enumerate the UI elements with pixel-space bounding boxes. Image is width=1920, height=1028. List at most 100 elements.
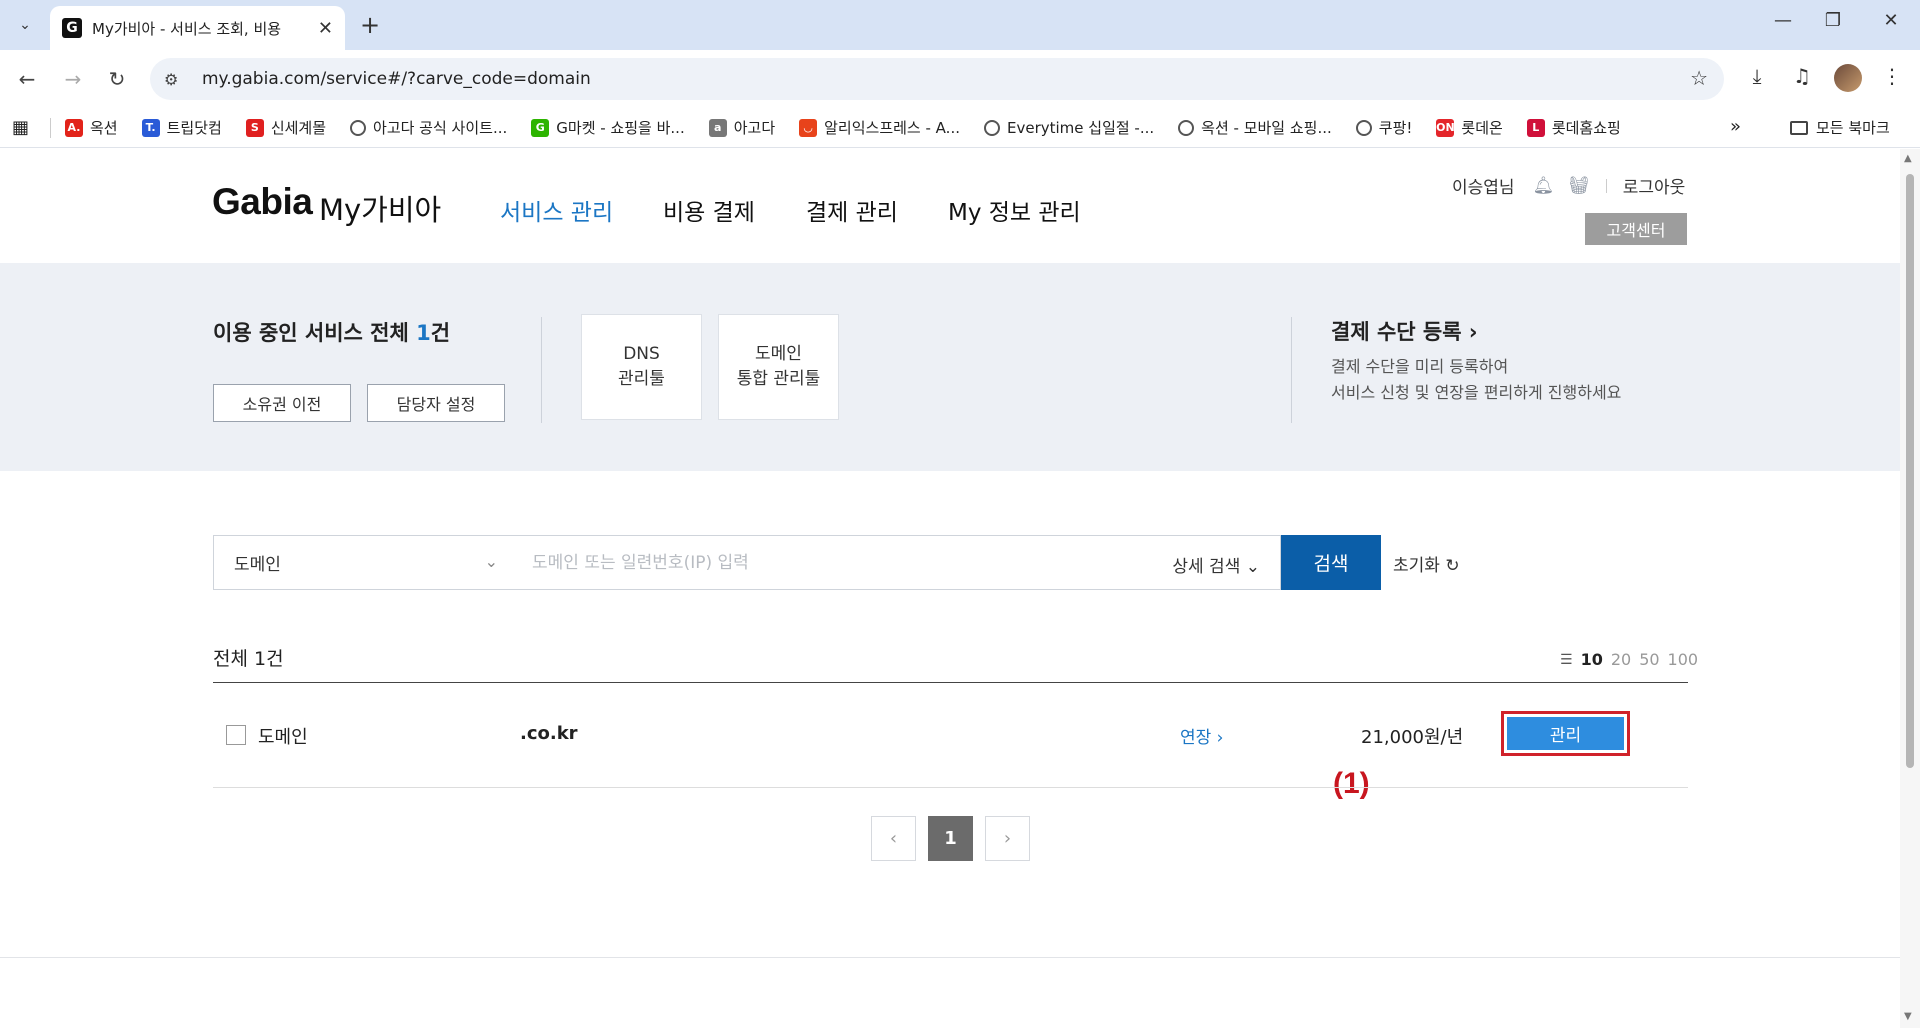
bookmark-item[interactable]: a 아고다 xyxy=(708,117,775,138)
logout-link[interactable]: 로그아웃 xyxy=(1623,173,1686,198)
next-page-button[interactable]: › xyxy=(985,816,1030,861)
page-size-20[interactable]: 20 xyxy=(1611,650,1631,669)
scroll-down-icon[interactable]: ▼ xyxy=(1904,1011,1912,1022)
bookmark-favicon-icon: A. xyxy=(65,118,83,137)
address-bar[interactable]: ⚙ my.gabia.com/service#/?carve_code=doma… xyxy=(150,58,1724,100)
footer-divider xyxy=(0,957,1900,958)
payment-desc-line-1: 결제 수단을 미리 등록하여 xyxy=(1331,357,1509,376)
page-size-100[interactable]: 100 xyxy=(1668,650,1699,669)
window-close-icon[interactable]: ✕ xyxy=(1871,10,1911,31)
media-control-icon[interactable]: ♫ xyxy=(1787,64,1817,88)
bookmark-item[interactable]: A. 옥션 xyxy=(65,117,118,138)
bookmark-label: 옥션 - 모바일 쇼핑... xyxy=(1201,119,1332,137)
dns-tool-card[interactable]: DNS 관리툴 xyxy=(581,314,702,420)
bell-icon[interactable]: 🔔︎ xyxy=(1533,176,1555,196)
bookmark-favicon-icon: ON xyxy=(1436,118,1455,137)
service-category-select[interactable]: 도메인 ⌄ xyxy=(213,535,513,590)
page-size-50[interactable]: 50 xyxy=(1639,650,1659,669)
nav-payment-management[interactable]: 결제 관리 xyxy=(806,193,898,227)
scroll-up-icon[interactable]: ▲ xyxy=(1904,153,1912,164)
browser-tab[interactable]: G My가비아 - 서비스 조회, 비용 ✕ xyxy=(50,6,345,50)
bookmark-item[interactable]: T. 트립닷컴 xyxy=(141,117,222,138)
tab-close-icon[interactable]: ✕ xyxy=(318,18,333,39)
renew-link[interactable]: 연장 › xyxy=(1180,723,1223,748)
total-count: 전체 1건 xyxy=(213,648,284,670)
restore-icon[interactable]: ❐ xyxy=(1813,10,1853,31)
url-text[interactable]: my.gabia.com/service#/?carve_code=domain xyxy=(202,69,591,89)
bookmark-favicon-icon: ◡ xyxy=(799,118,818,137)
bookmark-star-icon[interactable]: ☆ xyxy=(1690,66,1708,90)
bookmark-item[interactable]: 아고다 공식 사이트... xyxy=(350,117,507,138)
reload-icon[interactable]: ↻ xyxy=(102,64,132,94)
tab-title: My가비아 - 서비스 조회, 비용 xyxy=(92,19,282,38)
profile-avatar[interactable] xyxy=(1834,64,1862,92)
bookmark-item[interactable]: ◡ 알리익스프레스 - A... xyxy=(799,117,960,138)
payment-method-description: 결제 수단을 미리 등록하여 서비스 신청 및 연장을 편리하게 진행하세요 xyxy=(1331,354,1621,406)
advanced-search-toggle[interactable]: 상세 검색 ⌄ xyxy=(1172,552,1260,577)
page-1-button[interactable]: 1 xyxy=(928,816,973,861)
all-bookmarks-button[interactable]: 모든 북마크 xyxy=(1790,117,1890,138)
service-count-title: 이용 중인 서비스 전체 1건 xyxy=(213,317,450,347)
search-input[interactable] xyxy=(530,551,1130,574)
bookmark-item[interactable]: G G마켓 - 쇼핑을 바... xyxy=(531,117,685,138)
tab-search-chevron-icon[interactable]: ⌄ xyxy=(10,10,40,40)
header-divider xyxy=(1605,178,1607,193)
bookmark-label: 옥션 xyxy=(90,119,118,137)
bookmark-item[interactable]: S 신세계몰 xyxy=(245,117,327,138)
bookmarks-overflow-icon[interactable]: » xyxy=(1730,116,1741,137)
bookmark-label: 트립닷컴 xyxy=(166,119,222,137)
page-scrollbar[interactable]: ▲ ▼ xyxy=(1900,149,1920,1028)
category-value: 도메인 xyxy=(234,555,281,575)
bookmark-favicon-icon: L xyxy=(1526,118,1545,137)
bookmark-label: 쿠팡! xyxy=(1378,119,1413,137)
scrollbar-thumb[interactable] xyxy=(1906,174,1914,768)
page-size-10[interactable]: 10 xyxy=(1581,650,1603,669)
domain-tool-card[interactable]: 도메인 통합 관리툴 xyxy=(718,314,839,420)
bookmark-item[interactable]: Everytime 십일절 -... xyxy=(983,117,1154,138)
gabia-logo[interactable]: Gabia xyxy=(212,181,313,223)
minimize-icon[interactable]: — xyxy=(1763,10,1803,31)
bookmark-label: 신세계몰 xyxy=(270,119,327,137)
bookmark-separator xyxy=(50,117,51,138)
globe-icon xyxy=(1178,119,1195,136)
basket-icon[interactable]: 🧺︎ xyxy=(1568,176,1590,196)
apps-grid-icon[interactable]: ▦ xyxy=(12,117,34,138)
prev-page-button[interactable]: ‹ xyxy=(871,816,916,861)
nav-billing[interactable]: 비용 결제 xyxy=(663,193,755,227)
chevron-down-icon: ⌄ xyxy=(1245,557,1260,577)
globe-icon xyxy=(1355,119,1372,136)
bookmark-favicon-icon: a xyxy=(708,118,727,137)
download-icon[interactable]: ⤓ xyxy=(1742,64,1772,88)
search-button[interactable]: 검색 xyxy=(1281,535,1381,590)
my-gabia-logo-text[interactable]: My가비아 xyxy=(319,187,441,229)
new-tab-plus-icon[interactable]: + xyxy=(355,10,385,40)
bookmark-label: 알리익스프레스 - A... xyxy=(824,119,960,137)
bookmark-item[interactable]: 쿠팡! xyxy=(1355,117,1413,138)
ownership-transfer-button[interactable]: 소유권 이전 xyxy=(213,384,351,422)
bookmark-list: A. 옥션 T. 트립닷컴 S 신세계몰 아고다 공식 사이트... G G마켓 - 쇼핑을 바… xyxy=(65,117,1645,138)
annotation-label: (1) xyxy=(1333,767,1370,800)
manager-setting-button[interactable]: 담당자 설정 xyxy=(367,384,505,422)
list-bottom-border xyxy=(213,787,1688,788)
forward-arrow-icon[interactable]: → xyxy=(58,64,88,94)
bookmark-label: 롯데온 xyxy=(1461,119,1503,137)
customer-center-button[interactable]: 고객센터 xyxy=(1585,213,1687,245)
site-settings-icon[interactable]: ⚙ xyxy=(164,70,190,89)
more-menu-icon[interactable]: ⋮ xyxy=(1877,64,1907,88)
nav-service-management[interactable]: 서비스 관리 xyxy=(500,193,613,227)
domain-name[interactable]: .co.kr xyxy=(520,723,578,744)
manage-button[interactable]: 관리 xyxy=(1507,717,1624,750)
all-bookmarks-label: 모든 북마크 xyxy=(1816,119,1890,137)
back-arrow-icon[interactable]: ← xyxy=(12,64,42,94)
nav-my-info[interactable]: My 정보 관리 xyxy=(948,193,1081,227)
service-price: 21,000원/년 xyxy=(1361,727,1464,748)
bookmarks-bar: ▦ A. 옥션 T. 트립닷컴 S 신세계몰 아고다 공식 사이트... G G마켓 - 쇼핑을… xyxy=(0,108,1920,148)
bookmark-item[interactable]: L 롯데홈쇼핑 xyxy=(1526,117,1621,138)
keyword-field[interactable]: 상세 검색 ⌄ xyxy=(512,535,1281,590)
bookmark-item[interactable]: ON 롯데온 xyxy=(1436,117,1503,138)
reset-button[interactable]: 초기화 ↻ xyxy=(1393,551,1460,576)
service-count-suffix: 건 xyxy=(430,321,451,345)
bookmark-item[interactable]: 옥션 - 모바일 쇼핑... xyxy=(1178,117,1332,138)
payment-method-link[interactable]: 결제 수단 등록 › xyxy=(1331,316,1478,346)
row-checkbox[interactable] xyxy=(226,725,246,745)
